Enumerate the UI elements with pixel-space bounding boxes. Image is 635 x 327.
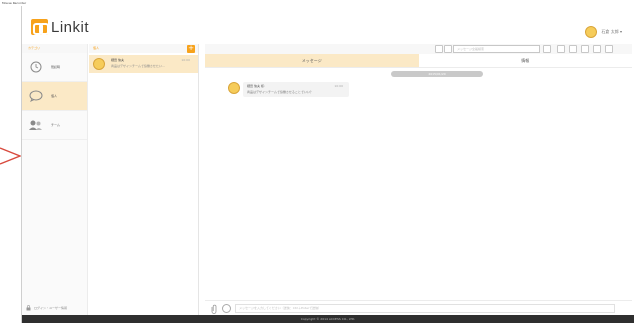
login-info-link[interactable]: ログイン・ユーザー情報	[26, 305, 67, 311]
sidebar-item-read[interactable]: 既読時	[22, 53, 87, 82]
sidebar-title: カテゴリ	[22, 44, 87, 53]
app-logo[interactable]: Linkit	[31, 18, 90, 36]
search-icon[interactable]	[543, 45, 551, 53]
date-separator: 2015/01/20	[391, 71, 483, 77]
app-window: Linkit 石倉 太郎 ▾ カテゴリ 既読時 個人 チーム ログイン・ユーザー…	[21, 6, 634, 323]
more-icon[interactable]	[605, 45, 613, 53]
contact-list-header: 個人 +	[89, 44, 198, 53]
chat-toolbar: メッセージ全般検索	[205, 44, 632, 54]
sidebar-item-label: 既読時	[51, 65, 61, 69]
tab-messages[interactable]: メッセージ	[205, 54, 419, 67]
contact-time: 10:00	[181, 58, 190, 62]
message-sender: 細田 信夫 様:	[247, 84, 265, 88]
message-time: 10:00	[334, 84, 343, 88]
avatar	[228, 82, 240, 94]
contact-list: 個人 + 細田 信夫 10:00 商品はデザインチームで協働させたい...	[89, 44, 199, 315]
copyright-footer: Copyright © 2014 ACCESS CO., LTD.	[22, 315, 634, 323]
contact-preview: 商品はデザインチームで協働させたい...	[111, 64, 165, 68]
sidebar-item-personal[interactable]: 個人	[22, 82, 87, 111]
chat-bubble-icon	[28, 90, 43, 103]
login-info-label: ログイン・ユーザー情報	[34, 306, 67, 310]
chat-panel: メッセージ全般検索 メッセージ 情報 2015/01/20 細田 信夫 様: 1…	[205, 44, 632, 315]
message-bubble: 細田 信夫 様: 10:00 商品はデザインチームで協働させることでいい？	[243, 82, 349, 97]
team-icon	[28, 119, 43, 132]
user-menu[interactable]: 石倉 太郎 ▾	[585, 26, 622, 38]
clock-icon	[28, 61, 43, 74]
sidebar-item-label: 個人	[51, 94, 58, 98]
sidebar-item-label: チーム	[51, 123, 60, 127]
sidebar-item-team[interactable]: チーム	[22, 111, 87, 140]
list-item[interactable]: 細田 信夫 10:00 商品はデザインチームで協働させたい...	[89, 55, 198, 73]
prev-icon[interactable]	[435, 45, 443, 53]
message-input[interactable]: メッセージを入力してください（送信：Ctrl＋Enterで送信）	[235, 304, 615, 313]
avatar	[93, 58, 105, 70]
emoji-icon[interactable]	[222, 304, 231, 313]
trash-icon[interactable]	[593, 45, 601, 53]
search-input[interactable]: メッセージ全般検索	[453, 45, 540, 53]
add-contact-button[interactable]: +	[187, 45, 195, 53]
chat-tabs: メッセージ 情報	[205, 54, 632, 68]
message-text: 商品はデザインチームで協働させることでいい？	[247, 90, 313, 94]
contact-name: 細田 信夫	[111, 58, 124, 62]
download-icon[interactable]	[557, 45, 565, 53]
next-icon[interactable]	[444, 45, 452, 53]
logo-text: Linkit	[51, 18, 90, 36]
lock-icon	[26, 305, 31, 311]
paperclip-icon[interactable]	[210, 304, 218, 314]
user-avatar	[585, 26, 598, 38]
refresh-icon[interactable]	[581, 45, 589, 53]
contact-list-title: 個人	[93, 46, 100, 50]
add-icon[interactable]	[569, 45, 577, 53]
pointer-arrow-icon	[0, 147, 22, 165]
message-composer: メッセージを入力してください（送信：Ctrl＋Enterで送信）	[205, 300, 632, 315]
tab-info[interactable]: 情報	[418, 54, 632, 67]
category-sidebar: カテゴリ 既読時 個人 チーム ログイン・ユーザー情報	[22, 44, 88, 315]
user-name: 石倉 太郎 ▾	[601, 29, 622, 34]
app-header: Linkit 石倉 太郎 ▾	[22, 6, 634, 44]
logo-mark-icon	[31, 19, 49, 35]
